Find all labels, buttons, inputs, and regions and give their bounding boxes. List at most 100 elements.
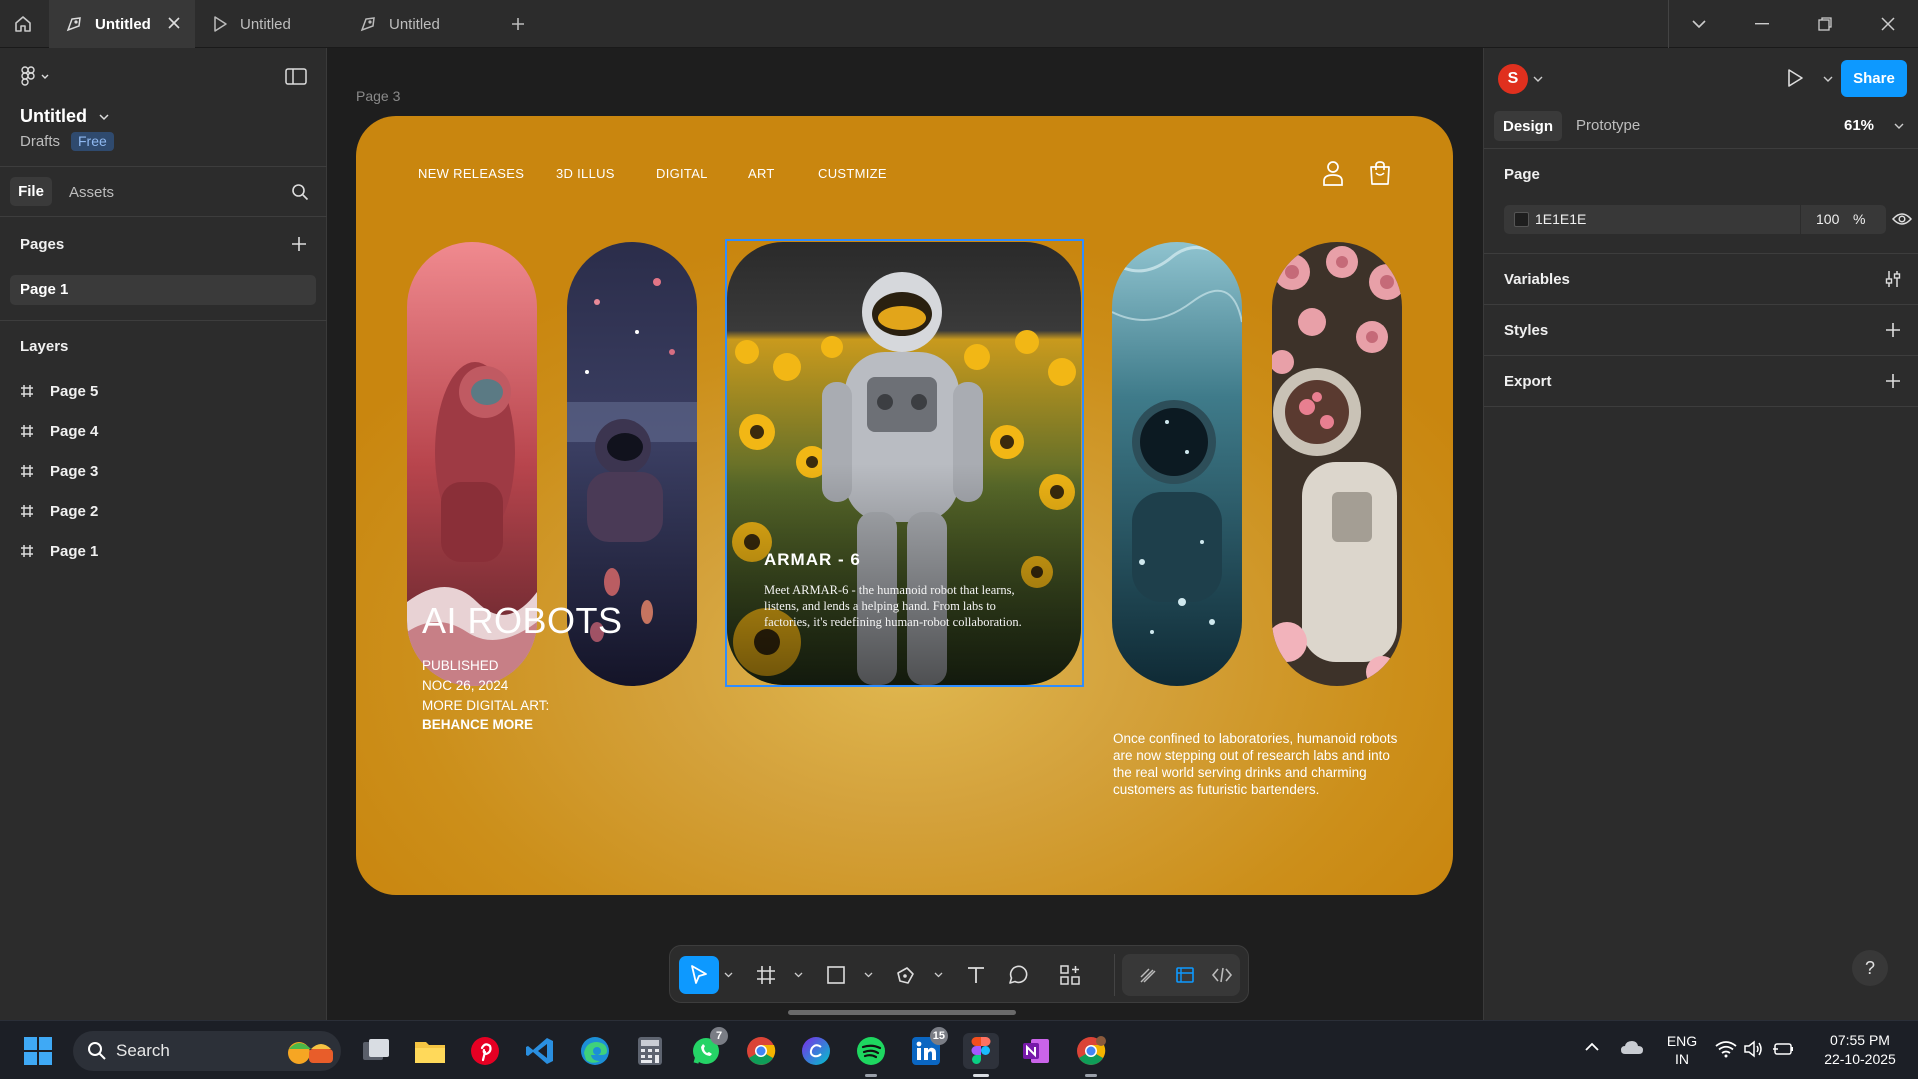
chevron-down-icon[interactable] xyxy=(99,114,109,121)
home-icon[interactable] xyxy=(6,8,40,40)
frame-tool-icon[interactable] xyxy=(748,956,784,994)
help-button[interactable]: ? xyxy=(1852,950,1888,986)
chevron-down-icon[interactable] xyxy=(930,956,946,994)
eye-icon[interactable] xyxy=(1892,212,1912,226)
figma-app-icon[interactable] xyxy=(963,1033,999,1077)
variables-heading[interactable]: Variables xyxy=(1504,271,1570,288)
shopping-bag-icon[interactable] xyxy=(1368,160,1392,186)
share-button[interactable]: Share xyxy=(1841,60,1907,97)
more-art-label[interactable]: MORE DIGITAL ART: xyxy=(422,698,549,713)
chevron-down-icon[interactable] xyxy=(1670,0,1728,48)
tab-prototype[interactable]: Prototype xyxy=(1576,117,1640,134)
actions-tool-icon[interactable] xyxy=(1052,956,1088,994)
layer-item-page-1[interactable]: Page 1 xyxy=(20,539,98,563)
zoom-level[interactable]: 61% xyxy=(1844,117,1874,134)
wifi-icon[interactable] xyxy=(1715,1040,1737,1058)
onenote-icon[interactable] xyxy=(1018,1033,1054,1069)
clock-time[interactable]: 07:55 PM xyxy=(1810,1032,1910,1049)
main-heading[interactable]: AI ROBOTS xyxy=(422,600,623,642)
add-page-plus-icon[interactable] xyxy=(291,236,307,252)
close-icon[interactable] xyxy=(167,16,181,30)
tab-design[interactable]: Design xyxy=(1494,111,1562,141)
frame-label[interactable]: Page 3 xyxy=(356,88,400,104)
vscode-icon[interactable] xyxy=(522,1033,558,1069)
edge-icon[interactable] xyxy=(577,1033,613,1069)
behance-link[interactable]: BEHANCE MORE xyxy=(422,717,533,732)
restore-icon[interactable] xyxy=(1796,0,1854,48)
task-view-icon[interactable] xyxy=(358,1033,394,1069)
chevron-up-icon[interactable] xyxy=(1584,1042,1600,1052)
file-explorer-icon[interactable] xyxy=(412,1033,448,1069)
chevron-down-icon[interactable] xyxy=(720,956,736,994)
sidebar-toggle-icon[interactable] xyxy=(285,68,307,86)
rectangle-tool-icon[interactable] xyxy=(818,956,854,994)
battery-icon[interactable] xyxy=(1772,1041,1794,1057)
chrome-icon[interactable] xyxy=(743,1033,779,1069)
nav-new-releases[interactable]: NEW RELEASES xyxy=(418,166,524,181)
color-swatch[interactable] xyxy=(1514,212,1529,227)
onedrive-cloud-icon[interactable] xyxy=(1620,1039,1644,1055)
hero-description[interactable]: Meet ARMAR-6 - the humanoid robot that l… xyxy=(764,582,1042,630)
layer-item-page-2[interactable]: Page 2 xyxy=(20,499,98,523)
window-close-icon[interactable] xyxy=(1859,0,1917,48)
chrome-profile-icon[interactable] xyxy=(1073,1033,1109,1077)
nav-digital[interactable]: DIGITAL xyxy=(656,166,708,181)
chevron-down-icon[interactable] xyxy=(1894,123,1904,130)
volume-icon[interactable] xyxy=(1743,1040,1763,1058)
comment-tool-icon[interactable] xyxy=(1000,956,1036,994)
nav-3d-illus[interactable]: 3D ILLUS xyxy=(556,166,615,181)
design-mode-icon[interactable] xyxy=(1169,956,1201,994)
page-color-field[interactable]: 1E1E1E 100 % xyxy=(1504,205,1886,234)
present-play-icon[interactable] xyxy=(1786,68,1804,88)
page-list-item-page-1[interactable]: Page 1 xyxy=(10,275,316,305)
nav-custmize[interactable]: CUSTMIZE xyxy=(818,166,887,181)
horizontal-scrollbar[interactable] xyxy=(788,1010,1016,1015)
drafts-label[interactable]: Drafts xyxy=(20,133,60,150)
pinterest-icon[interactable] xyxy=(467,1033,503,1069)
tab-assets[interactable]: Assets xyxy=(69,184,114,201)
file-name[interactable]: Untitled xyxy=(20,106,87,127)
add-export-plus-icon[interactable] xyxy=(1885,373,1901,389)
page-opacity[interactable]: 100 xyxy=(1816,211,1839,227)
chevron-down-icon[interactable] xyxy=(1533,76,1543,83)
tab-untitled-2[interactable]: Untitled xyxy=(196,0,342,48)
published-date[interactable]: NOC 26, 2024 xyxy=(422,678,508,693)
windows-start-icon[interactable] xyxy=(20,1033,56,1069)
layer-item-page-3[interactable]: Page 3 xyxy=(20,459,98,483)
tab-untitled-1[interactable]: Untitled xyxy=(49,0,195,48)
published-label[interactable]: PUBLISHED xyxy=(422,658,499,673)
move-tool-cursor-icon[interactable] xyxy=(679,956,719,994)
linkedin-icon[interactable]: 15 xyxy=(908,1027,948,1069)
language-bottom[interactable]: IN xyxy=(1664,1051,1700,1068)
chevron-down-icon[interactable] xyxy=(1823,76,1833,83)
text-tool-icon[interactable] xyxy=(958,956,994,994)
dev-mode-code-icon[interactable] xyxy=(1206,956,1238,994)
user-icon[interactable] xyxy=(1322,160,1344,186)
calculator-icon[interactable] xyxy=(632,1033,668,1069)
figma-menu-icon[interactable] xyxy=(20,66,50,86)
chevron-down-icon[interactable] xyxy=(860,956,876,994)
hero-title[interactable]: ARMAR - 6 xyxy=(764,550,861,570)
minimize-icon[interactable] xyxy=(1733,0,1791,48)
language-top[interactable]: ENG xyxy=(1664,1033,1700,1050)
pen-tool-icon[interactable] xyxy=(888,956,924,994)
new-tab-plus-icon[interactable] xyxy=(505,12,531,36)
canva-icon[interactable] xyxy=(798,1033,834,1069)
whatsapp-icon[interactable]: 7 xyxy=(688,1027,728,1069)
chevron-down-icon[interactable] xyxy=(790,956,806,994)
avatar[interactable]: S xyxy=(1498,64,1528,94)
page-color-hex[interactable]: 1E1E1E xyxy=(1535,211,1586,227)
tab-untitled-3[interactable]: Untitled xyxy=(343,0,493,48)
tab-file[interactable]: File xyxy=(10,177,52,206)
clock-date[interactable]: 22-10-2025 xyxy=(1810,1051,1910,1068)
side-description[interactable]: Once confined to laboratories, humanoid … xyxy=(1113,730,1403,798)
layer-item-page-5[interactable]: Page 5 xyxy=(20,379,98,403)
image-underwater-astronaut[interactable] xyxy=(1112,242,1242,686)
layer-item-page-4[interactable]: Page 4 xyxy=(20,419,98,443)
design-frame-page-3[interactable]: NEW RELEASES 3D ILLUS DIGITAL ART CUSTMI… xyxy=(356,116,1453,895)
spotify-icon[interactable] xyxy=(853,1033,889,1077)
search-icon[interactable] xyxy=(291,183,309,201)
image-flower-astronaut[interactable] xyxy=(1272,242,1402,686)
taskbar-search[interactable]: Search xyxy=(73,1031,341,1071)
sliders-icon[interactable] xyxy=(1884,270,1902,288)
